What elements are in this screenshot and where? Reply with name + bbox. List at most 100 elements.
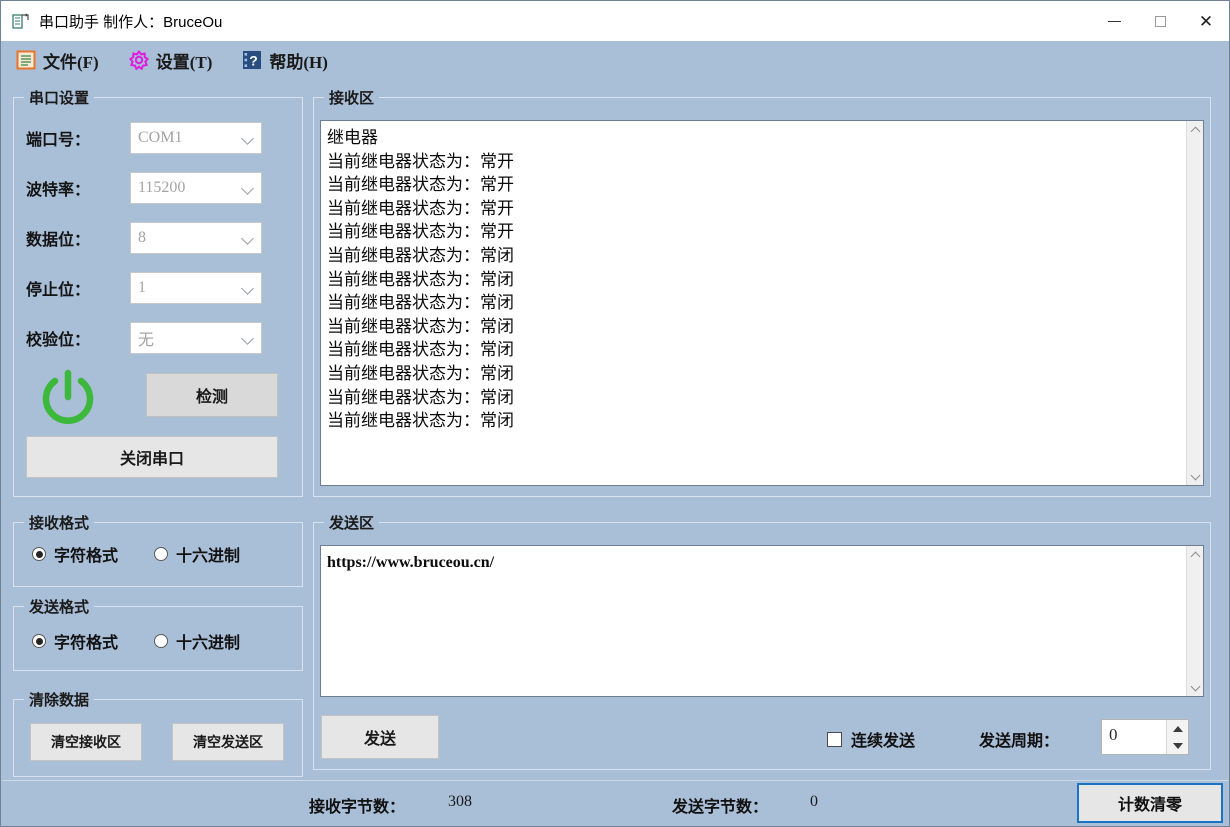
receive-text-content: 继电器当前继电器状态为：常开 当前继电器状态为：常开 当前继电器状态为：常开 当前继电…: [321, 121, 1186, 485]
clear-send-button-label: 清空发送区: [193, 736, 263, 751]
minimize-icon: [1107, 20, 1121, 22]
radio-dot-icon: [32, 547, 46, 561]
receive-text-line: 当前继电器状态为：常闭: [327, 363, 514, 383]
reset-count-button[interactable]: 计数清零: [1077, 783, 1223, 823]
receive-text-line: 当前继电器状态为：常开: [327, 151, 514, 171]
stepper-up-button[interactable]: [1167, 720, 1188, 737]
receive-text-line: 继电器: [327, 128, 378, 147]
send-button-label: 发送: [363, 731, 396, 748]
checkbox-icon: [827, 731, 842, 747]
svg-text:?: ?: [250, 52, 259, 68]
baud-combobox[interactable]: 115200: [130, 172, 262, 204]
send-textarea[interactable]: https://www.bruceou.cn/: [320, 545, 1204, 697]
radio-dot-icon: [154, 634, 169, 648]
stepper-down-button[interactable]: [1167, 737, 1188, 754]
maximize-button[interactable]: [1137, 1, 1183, 41]
title-bar: 串口助手 制作人：BruceOu ✕: [1, 1, 1229, 41]
chevron-down-icon: [241, 232, 254, 245]
send-button[interactable]: 发送: [321, 715, 439, 759]
radio-receive-hex-label: 十六进制: [176, 548, 241, 565]
field-baud: 波特率： 115200: [26, 172, 262, 204]
parity-combobox[interactable]: 无: [130, 322, 262, 354]
receive-format-options: 字符格式 十六进制: [14, 542, 302, 566]
clear-receive-button[interactable]: 清空接收区: [30, 723, 142, 761]
send-period-stepper[interactable]: 0: [1101, 719, 1189, 755]
field-stopbits: 停止位： 1: [26, 272, 262, 304]
reset-count-button-label: 计数清零: [1117, 797, 1182, 814]
menu-item-file[interactable]: 文件(F): [16, 48, 99, 73]
receive-scrollbar[interactable]: [1186, 121, 1203, 485]
radio-send-hex-label: 十六进制: [176, 635, 241, 652]
continuous-send-checkbox[interactable]: 连续发送: [827, 727, 915, 751]
receive-text-line: 当前继电器状态为：常闭: [327, 411, 514, 431]
scroll-down-icon[interactable]: [1187, 468, 1203, 485]
field-databits: 数据位： 8: [26, 222, 262, 254]
field-port-label: 端口号：: [26, 132, 91, 149]
send-area-group: 发送区 https://www.bruceou.cn/: [313, 512, 1211, 770]
stepper-buttons: [1166, 720, 1188, 754]
clear-data-title: 清除数据: [24, 689, 95, 710]
receive-bytes-label: 接收字节数：: [309, 799, 406, 816]
serial-settings-title: 串口设置: [24, 87, 95, 108]
close-port-button[interactable]: 关闭串口: [26, 436, 278, 478]
chevron-down-icon: [241, 182, 254, 195]
detect-button[interactable]: 检测: [146, 373, 278, 417]
menu-item-help[interactable]: ? 帮助(H): [242, 48, 328, 73]
menu-item-settings-label: 设置(T): [155, 52, 213, 72]
caret-up-icon: [1172, 725, 1183, 732]
radio-receive-char-label: 字符格式: [54, 548, 119, 565]
caret-down-icon: [1172, 742, 1183, 749]
radio-send-hex[interactable]: 十六进制: [154, 629, 240, 653]
receive-text-line: 当前继电器状态为：常闭: [327, 340, 514, 360]
clear-receive-button-label: 清空接收区: [51, 736, 121, 751]
minimize-button[interactable]: [1091, 1, 1137, 41]
menu-bar: 文件(F) 设置(T) ? 帮助(H): [2, 41, 1228, 79]
stopbits-combobox[interactable]: 1: [130, 272, 262, 304]
parity-value: 无: [138, 332, 155, 349]
port-combobox[interactable]: COM1: [130, 122, 262, 154]
radio-receive-hex[interactable]: 十六进制: [154, 542, 240, 566]
send-scrollbar[interactable]: [1186, 546, 1203, 696]
field-databits-label: 数据位：: [26, 232, 91, 249]
close-icon: ✕: [1198, 11, 1214, 31]
scroll-up-icon[interactable]: [1187, 121, 1203, 138]
detect-button-label: 检测: [195, 389, 228, 406]
field-baud-label: 波特率：: [26, 182, 91, 199]
send-bytes-value: 0: [810, 793, 818, 810]
gear-icon: [128, 49, 149, 71]
port-value: COM1: [138, 129, 183, 146]
baud-value: 115200: [138, 179, 186, 196]
receive-text-line: 当前继电器状态为：常闭: [327, 269, 514, 289]
window-title: 串口助手 制作人：BruceOu: [39, 13, 223, 31]
receive-area-title: 接收区: [324, 87, 380, 108]
radio-dot-icon: [154, 547, 169, 561]
app-window: 串口助手 制作人：BruceOu ✕ 文件(F) 设置(T) ? 帮助(H) 串…: [0, 0, 1230, 827]
databits-combobox[interactable]: 8: [130, 222, 262, 254]
radio-send-char[interactable]: 字符格式: [32, 629, 118, 653]
receive-text-line: 当前继电器状态为：常开: [327, 175, 514, 195]
field-parity: 校验位： 无: [26, 322, 262, 354]
send-text-content: https://www.bruceou.cn/: [321, 546, 1186, 696]
receive-textarea[interactable]: 继电器当前继电器状态为：常开 当前继电器状态为：常开 当前继电器状态为：常开 当前继电…: [320, 120, 1204, 486]
send-bytes-label: 发送字节数：: [672, 799, 769, 816]
power-icon[interactable]: [31, 365, 105, 433]
receive-text-line: 当前继电器状态为：常开: [327, 222, 514, 242]
close-button[interactable]: ✕: [1183, 1, 1229, 41]
maximize-icon: [1154, 15, 1166, 27]
receive-area-group: 接收区 继电器当前继电器状态为：常开 当前继电器状态为：常开 当前继电器状态为：常开…: [313, 87, 1211, 497]
chevron-down-icon: [241, 132, 254, 145]
clear-send-button[interactable]: 清空发送区: [172, 723, 284, 761]
menu-item-help-label: 帮助(H): [269, 52, 328, 72]
scroll-up-icon[interactable]: [1187, 546, 1203, 563]
serial-settings-group: 串口设置 端口号： COM1 波特率： 115200 数据位： 8 停止位： 1…: [13, 87, 303, 497]
serial-port-icon: [11, 11, 31, 31]
send-period-value: 0: [1109, 725, 1118, 744]
menu-item-file-label: 文件(F): [43, 52, 99, 72]
menu-item-settings[interactable]: 设置(T): [128, 48, 213, 73]
radio-receive-char[interactable]: 字符格式: [32, 542, 118, 566]
receive-format-group: 接收格式 字符格式 十六进制: [13, 512, 303, 587]
scroll-down-icon[interactable]: [1187, 679, 1203, 696]
receive-text-line: 当前继电器状态为：常闭: [327, 387, 514, 407]
window-controls: ✕: [1091, 1, 1229, 41]
field-stopbits-label: 停止位：: [26, 282, 91, 299]
